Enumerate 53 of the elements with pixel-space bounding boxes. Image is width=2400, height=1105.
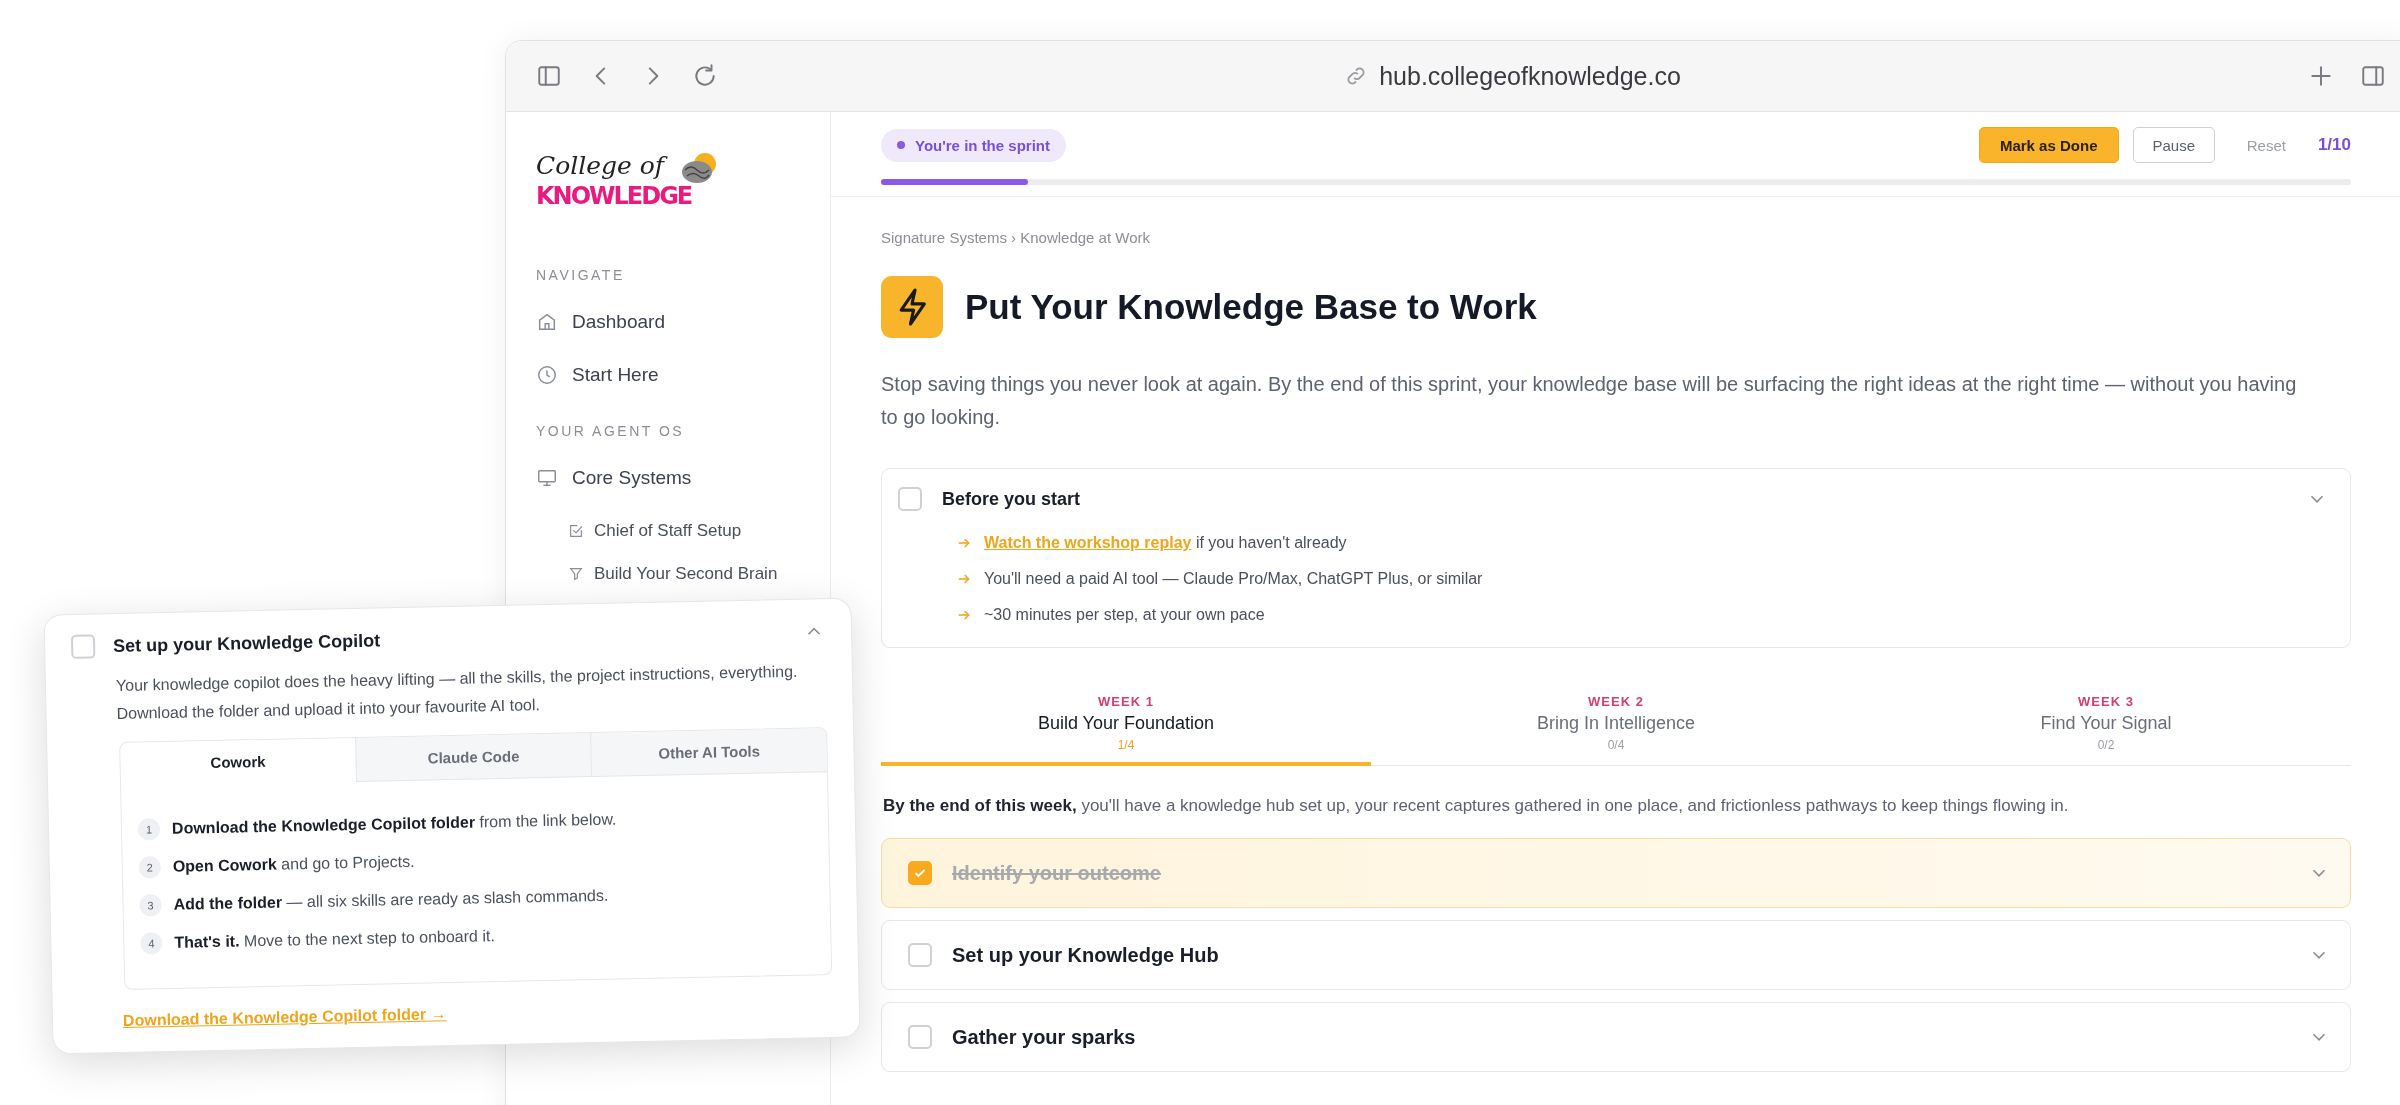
nav-item[interactable]: Start Here xyxy=(536,358,830,391)
checkbox[interactable] xyxy=(908,861,932,885)
url-text[interactable]: hub.collegeofknowledge.co xyxy=(1379,61,1681,91)
lightning-icon xyxy=(881,276,943,338)
checkbox[interactable] xyxy=(898,487,922,511)
week-summary: By the end of this week, you'll have a knowledge hub set up, your recent captures gathered in one place, and frictionless pathways to keep things flowing in. xyxy=(883,796,2070,816)
tab[interactable]: Other AI Tools xyxy=(590,728,827,778)
logo-wordmark: KNOWLEDGE xyxy=(536,182,692,210)
checkbox[interactable] xyxy=(908,1025,932,1049)
step-card[interactable]: Gather your sparks xyxy=(881,1002,2351,1072)
nav-item[interactable]: Core Systems xyxy=(536,461,830,494)
step-number: 2 xyxy=(138,856,162,879)
nav-subitem[interactable]: Build Your Second Brain xyxy=(536,557,830,590)
clock-icon xyxy=(536,363,558,386)
checkbox[interactable] xyxy=(70,634,96,659)
bullet-text: You'll need a paid AI tool — Claude Pro/Max, ChatGPT Plus, or similar xyxy=(984,570,1483,588)
popup-description: Your knowledge copilot does the heavy lifting — all the skills, the project instructions, everything. Download the folder and upload it into your favourite AI tool. xyxy=(115,661,799,724)
step-number: 3 xyxy=(139,894,162,917)
step-counter: 1/10 xyxy=(2317,135,2351,155)
sprint-badge: You're in the sprint xyxy=(881,128,1066,162)
lesson-description: Stop saving things you never look at again. By the end of this sprint, your knowledge base will be surfacing the right ideas at the right time — without you having to go looking. xyxy=(881,372,2298,430)
tab[interactable]: Claude Code xyxy=(354,733,592,782)
mark-done-button[interactable]: Mark as Done xyxy=(1978,127,2119,163)
popup-title: Set up your Knowledge Copilot xyxy=(112,628,382,657)
lesson-title: Put Your Knowledge Base to Work xyxy=(965,287,1537,327)
card-title: Before you start xyxy=(942,488,1082,510)
checkbox[interactable] xyxy=(908,943,932,967)
step-text: That's it. Move to the next step to onboard it. xyxy=(174,927,495,952)
step-number: 4 xyxy=(140,932,163,955)
step-text: Open Cowork and go to Projects. xyxy=(172,852,415,876)
section-heading: YOUR AGENT OS xyxy=(536,423,686,439)
bullet-text: Watch the workshop replay if you haven't already xyxy=(984,534,1347,552)
step-title: Gather your sparks xyxy=(952,1025,1137,1049)
nav-item[interactable]: Dashboard xyxy=(536,305,830,338)
sidebar-toggle-icon[interactable] xyxy=(2360,63,2386,89)
reload-icon[interactable] xyxy=(692,63,718,89)
section-heading: NAVIGATE xyxy=(536,267,626,283)
pause-button[interactable]: Pause xyxy=(2132,127,2215,163)
step-card[interactable]: Set up your Knowledge Hub xyxy=(881,920,2351,990)
week-tab[interactable]: WEEK 3 Find Your Signal 0/2 xyxy=(1861,680,2351,766)
step-number: 1 xyxy=(137,818,161,841)
bullet-text: ~30 minutes per step, at your own pace xyxy=(984,606,1265,624)
week-tab[interactable]: WEEK 1 Build Your Foundation 1/4 xyxy=(881,680,1371,766)
step-title: Identify your outcome xyxy=(952,861,1162,885)
breadcrumb: Signature Systems › Knowledge at Work xyxy=(881,229,1151,246)
checkbox-tick-icon xyxy=(568,522,584,539)
week-tab[interactable]: WEEK 2 Bring In Intelligence 0/4 xyxy=(1371,680,1861,766)
step-text: Download the Knowledge Copilot folder from the link below. xyxy=(171,810,617,838)
funnel-icon xyxy=(568,565,584,582)
step-title: Set up your Knowledge Hub xyxy=(952,943,1220,967)
step-text: Add the folder — all six skills are ready as slash commands. xyxy=(173,886,609,914)
nav-subitem[interactable]: Chief of Staff Setup xyxy=(536,514,830,547)
sidebar-toggle-icon[interactable] xyxy=(536,63,562,89)
